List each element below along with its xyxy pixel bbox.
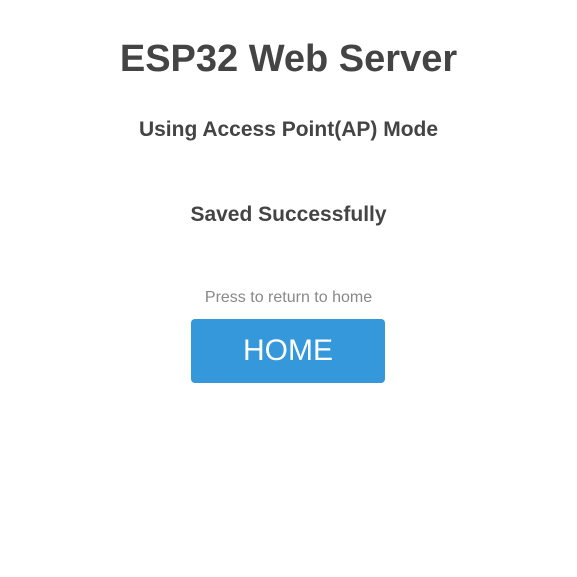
page-title: ESP32 Web Server [119, 38, 458, 80]
status-message: Saved Successfully [190, 203, 387, 226]
page: ESP32 Web Server Using Access Point(AP) … [0, 0, 577, 577]
home-button[interactable]: HOME [191, 319, 385, 383]
return-hint: Press to return to home [204, 289, 373, 306]
page-subtitle: Using Access Point(AP) Mode [138, 118, 439, 141]
